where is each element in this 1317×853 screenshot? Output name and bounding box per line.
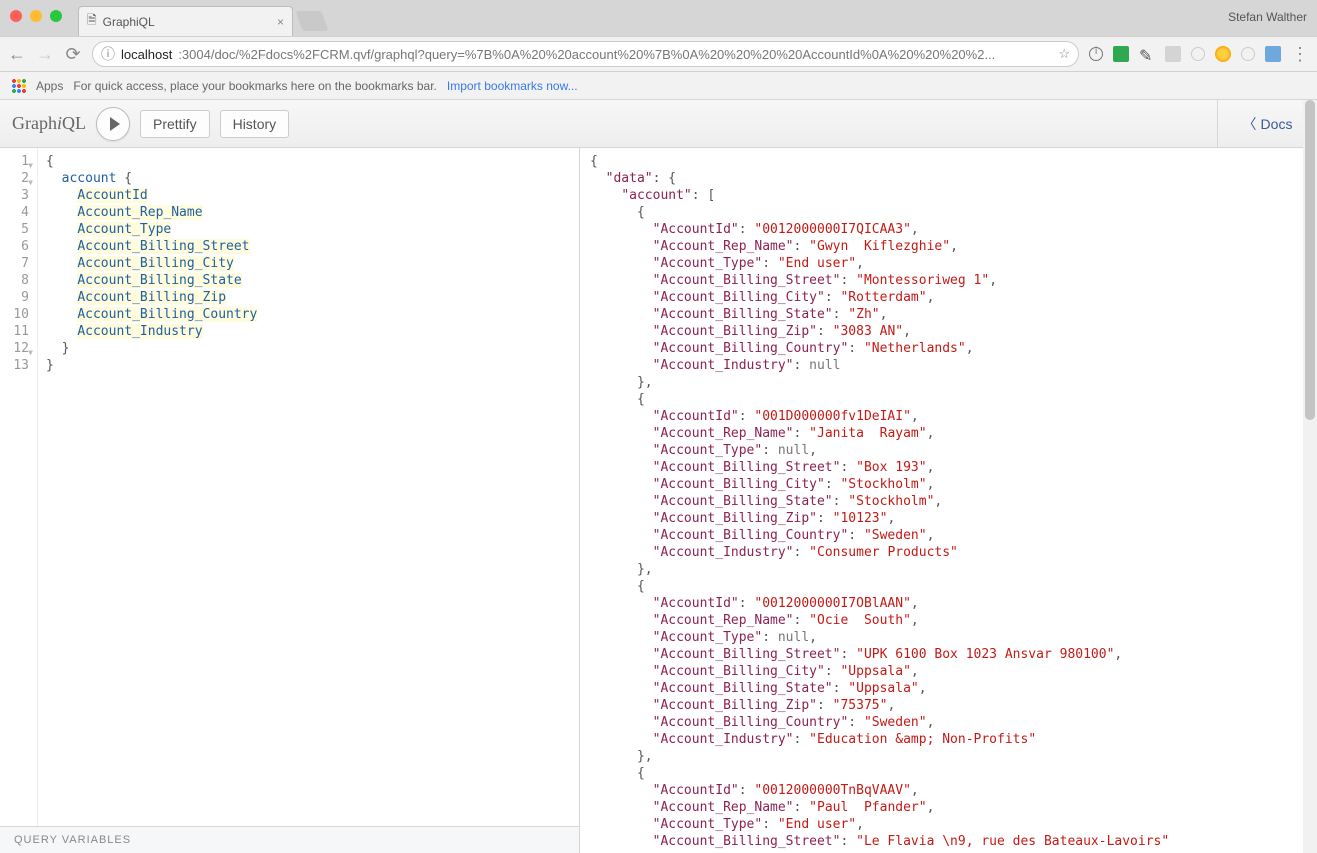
extension-icon-1[interactable]: i (1089, 47, 1103, 61)
extension-icon-7[interactable] (1241, 47, 1255, 61)
prettify-button[interactable]: Prettify (140, 110, 210, 138)
reload-button[interactable]: ⟳ (64, 44, 82, 65)
graphiql-toolbar: GraphiQL Prettify History 〈 Docs (0, 100, 1317, 148)
chrome-menu-icon[interactable]: ⋮ (1291, 44, 1309, 65)
query-pane: 1▼2▼3456789101112▼13 { account { Account… (0, 148, 580, 853)
scrollbar-thumb[interactable] (1305, 100, 1315, 420)
extension-icon-2[interactable] (1113, 46, 1129, 62)
execute-button[interactable] (96, 107, 130, 141)
page-scrollbar[interactable] (1303, 100, 1317, 853)
line-gutter: 1▼2▼3456789101112▼13 (0, 148, 38, 826)
extension-icon-4[interactable] (1165, 46, 1181, 62)
apps-icon[interactable] (12, 79, 26, 93)
back-button[interactable]: ← (8, 44, 26, 65)
docs-button[interactable]: 〈 Docs (1217, 100, 1317, 147)
logo-text-post: QL (62, 113, 86, 133)
bookmark-star-icon[interactable]: ☆ (1058, 46, 1070, 62)
browser-tab[interactable]: 🗎 GraphiQL × (78, 6, 293, 36)
extension-icon-evernote[interactable]: ✎ (1139, 46, 1155, 62)
tab-title: GraphiQL (103, 15, 155, 29)
graphiql-logo: GraphiQL (12, 113, 86, 134)
forward-button: → (36, 44, 54, 65)
extension-icon-8[interactable] (1265, 46, 1281, 62)
extension-icon-5[interactable] (1191, 47, 1205, 61)
page-icon: 🗎 (87, 11, 97, 32)
maximize-window-icon[interactable] (50, 10, 62, 22)
site-info-icon[interactable]: ⓘ (101, 44, 115, 64)
graphiql-body: 1▼2▼3456789101112▼13 { account { Account… (0, 148, 1317, 853)
query-editor[interactable]: 1▼2▼3456789101112▼13 { account { Account… (0, 148, 579, 826)
history-button[interactable]: History (220, 110, 290, 138)
bookmarks-hint: For quick access, place your bookmarks h… (73, 79, 437, 93)
docs-label: Docs (1261, 116, 1293, 132)
chevron-left-icon: 〈 (1243, 114, 1257, 134)
query-code[interactable]: { account { AccountId Account_Rep_Name A… (38, 148, 265, 826)
minimize-window-icon[interactable] (30, 10, 42, 22)
window-controls (10, 10, 62, 22)
close-tab-icon[interactable]: × (277, 15, 284, 29)
url-host: localhost (121, 47, 172, 62)
logo-text-pre: Graph (12, 113, 57, 133)
new-tab-button[interactable] (295, 11, 328, 31)
browser-tab-strip: 🗎 GraphiQL × Stefan Walther (0, 0, 1317, 36)
apps-label[interactable]: Apps (36, 79, 63, 93)
extension-icon-6[interactable] (1215, 46, 1231, 62)
play-icon (110, 117, 120, 131)
import-bookmarks-link[interactable]: Import bookmarks now... (447, 79, 578, 93)
profile-name[interactable]: Stefan Walther (1228, 10, 1307, 24)
result-pane[interactable]: { "data": { "account": [ { "AccountId": … (580, 148, 1317, 853)
url-path: :3004/doc/%2Fdocs%2FCRM.qvf/graphql?quer… (178, 47, 995, 62)
address-bar-row: ← → ⟳ ⓘ localhost :3004/doc/%2Fdocs%2FCRM… (0, 36, 1317, 72)
extension-icons: i ✎ ⋮ (1089, 44, 1309, 65)
query-variables-header[interactable]: QUERY VARIABLES (0, 826, 579, 853)
close-window-icon[interactable] (10, 10, 22, 22)
bookmarks-bar: Apps For quick access, place your bookma… (0, 72, 1317, 100)
graphiql-app: GraphiQL Prettify History 〈 Docs 1▼2▼345… (0, 100, 1317, 853)
address-bar[interactable]: ⓘ localhost :3004/doc/%2Fdocs%2FCRM.qvf/g… (92, 41, 1079, 67)
